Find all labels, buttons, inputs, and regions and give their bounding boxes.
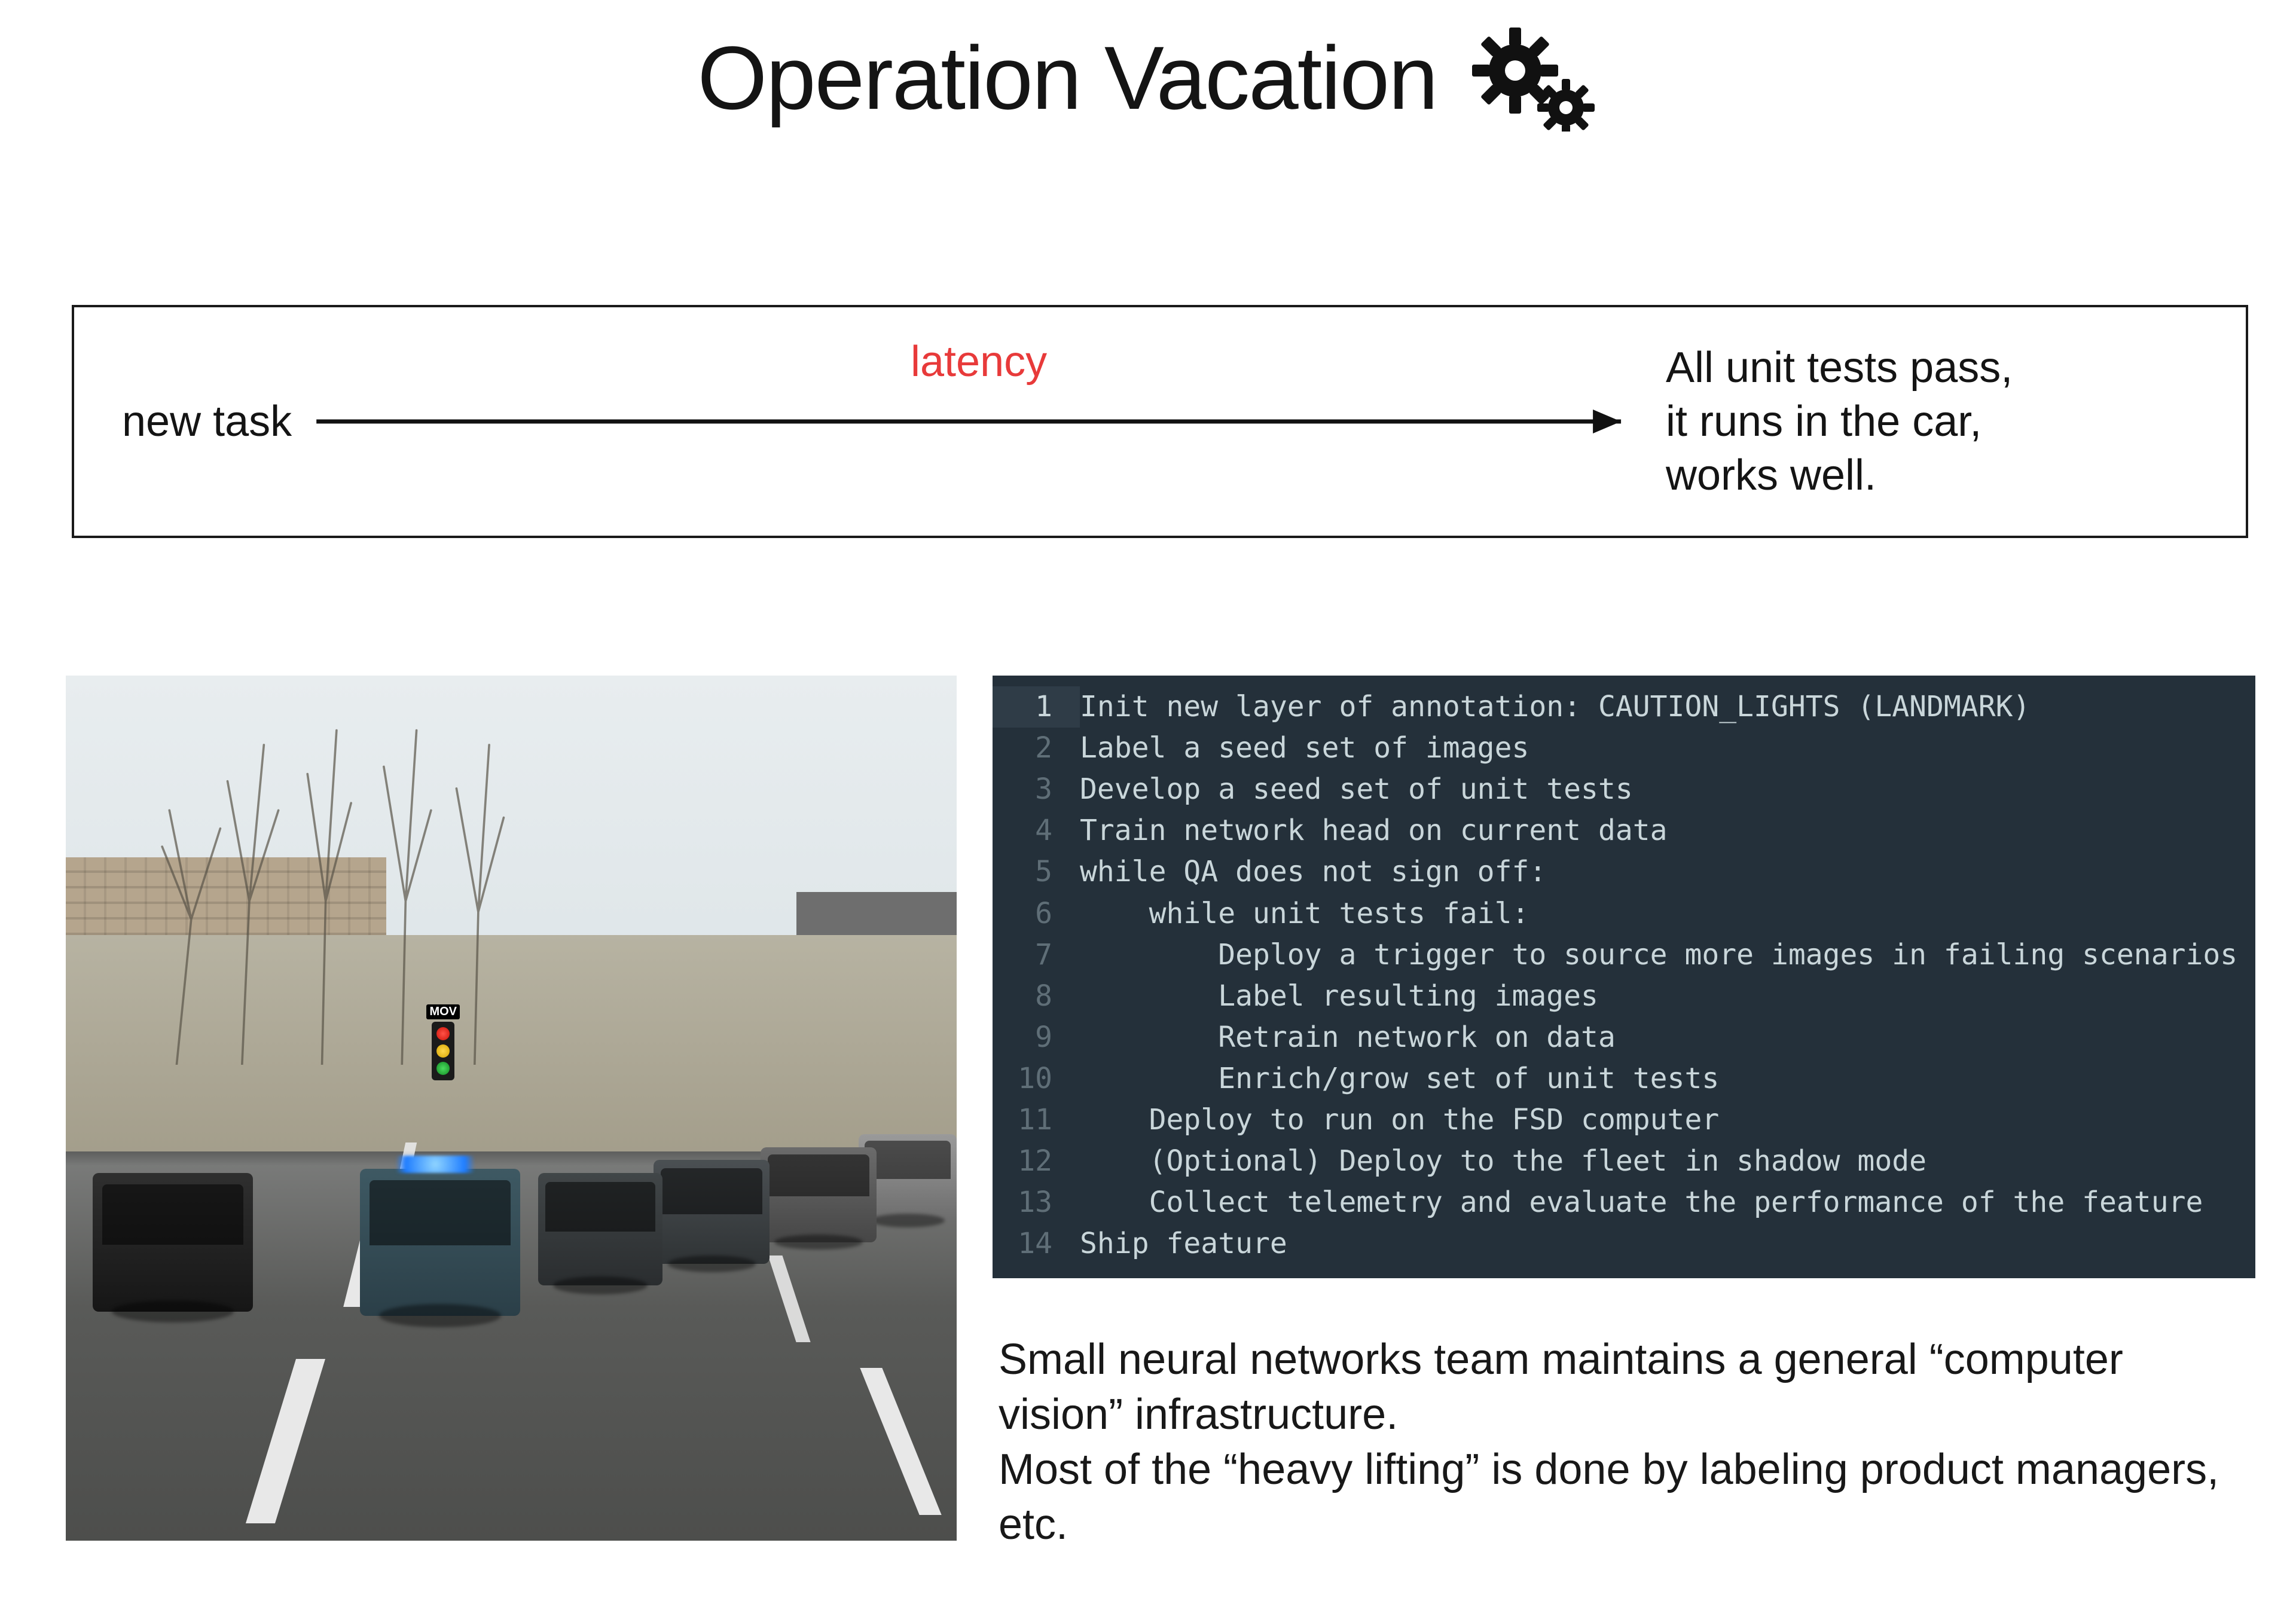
code-text: Ship feature	[1080, 1223, 2237, 1264]
latency-start-label: new task	[122, 395, 310, 448]
footnote-paragraph: Small neural networks team maintains a g…	[993, 1278, 2254, 1553]
code-line: 9 Retrain network on data	[993, 1017, 2237, 1058]
line-number: 9	[993, 1017, 1080, 1058]
code-text: while QA does not sign off:	[1080, 851, 2237, 893]
code-line: 14Ship feature	[993, 1223, 2237, 1264]
line-number: 5	[993, 851, 1080, 893]
code-text: Label resulting images	[1080, 976, 2237, 1017]
code-line: 6 while unit tests fail:	[993, 893, 2237, 934]
code-line: 5while QA does not sign off:	[993, 851, 2237, 893]
code-line: 10 Enrich/grow set of unit tests	[993, 1058, 2237, 1099]
code-text: Train network head on current data	[1080, 810, 2237, 851]
code-line: 13 Collect telemetry and evaluate the pe…	[993, 1182, 2237, 1223]
latency-arrow: latency	[310, 307, 1648, 536]
code-line: 1Init new layer of annotation: CAUTION_L…	[993, 686, 2237, 728]
code-line: 7 Deploy a trigger to source more images…	[993, 934, 2237, 976]
latency-arrow-label: latency	[911, 337, 1047, 386]
line-number: 11	[993, 1099, 1080, 1141]
line-number: 3	[993, 769, 1080, 810]
code-text: Enrich/grow set of unit tests	[1080, 1058, 2237, 1099]
code-line: 3Develop a seed set of unit tests	[993, 769, 2237, 810]
code-line: 8 Label resulting images	[993, 976, 2237, 1017]
code-text: Retrain network on data	[1080, 1017, 2237, 1058]
slide: Operation Vacation	[0, 0, 2296, 1616]
code-line: 4Train network head on current data	[993, 810, 2237, 851]
caution-light-overlay	[386, 1156, 484, 1173]
line-number: 14	[993, 1223, 1080, 1264]
code-text: Collect telemetry and evaluate the perfo…	[1080, 1182, 2237, 1223]
code-text: Deploy a trigger to source more images i…	[1080, 934, 2237, 976]
latency-box: new task latency All unit tests pass,it …	[72, 305, 2248, 538]
overlay-label: MOV	[426, 1004, 460, 1019]
gears-icon	[1461, 24, 1599, 132]
traffic-light-icon	[432, 1022, 454, 1080]
code-line: 12 (Optional) Deploy to the fleet in sha…	[993, 1141, 2237, 1182]
code-text: Init new layer of annotation: CAUTION_LI…	[1080, 686, 2237, 728]
line-number: 2	[993, 728, 1080, 769]
code-text: Deploy to run on the FSD computer	[1080, 1099, 2237, 1141]
line-number: 13	[993, 1182, 1080, 1223]
code-line: 2Label a seed set of images	[993, 728, 2237, 769]
traffic-light-overlay: MOV	[426, 1004, 460, 1080]
slide-title: Operation Vacation	[697, 26, 1437, 130]
code-line: 11 Deploy to run on the FSD computer	[993, 1099, 2237, 1141]
line-number: 6	[993, 893, 1080, 934]
slide-title-row: Operation Vacation	[0, 24, 2296, 132]
code-text: while unit tests fail:	[1080, 893, 2237, 934]
line-number: 8	[993, 976, 1080, 1017]
code-text: Develop a seed set of unit tests	[1080, 769, 2237, 810]
line-number: 10	[993, 1058, 1080, 1099]
pseudocode-block: 1Init new layer of annotation: CAUTION_L…	[993, 676, 2255, 1278]
line-number: 4	[993, 810, 1080, 851]
line-number: 12	[993, 1141, 1080, 1182]
line-number: 1	[993, 686, 1080, 728]
line-number: 7	[993, 934, 1080, 976]
latency-end-label: All unit tests pass,it runs in the car,w…	[1648, 341, 2204, 502]
code-text: (Optional) Deploy to the fleet in shadow…	[1080, 1141, 2237, 1182]
code-text: Label a seed set of images	[1080, 728, 2237, 769]
street-photo: MOV	[66, 676, 957, 1541]
